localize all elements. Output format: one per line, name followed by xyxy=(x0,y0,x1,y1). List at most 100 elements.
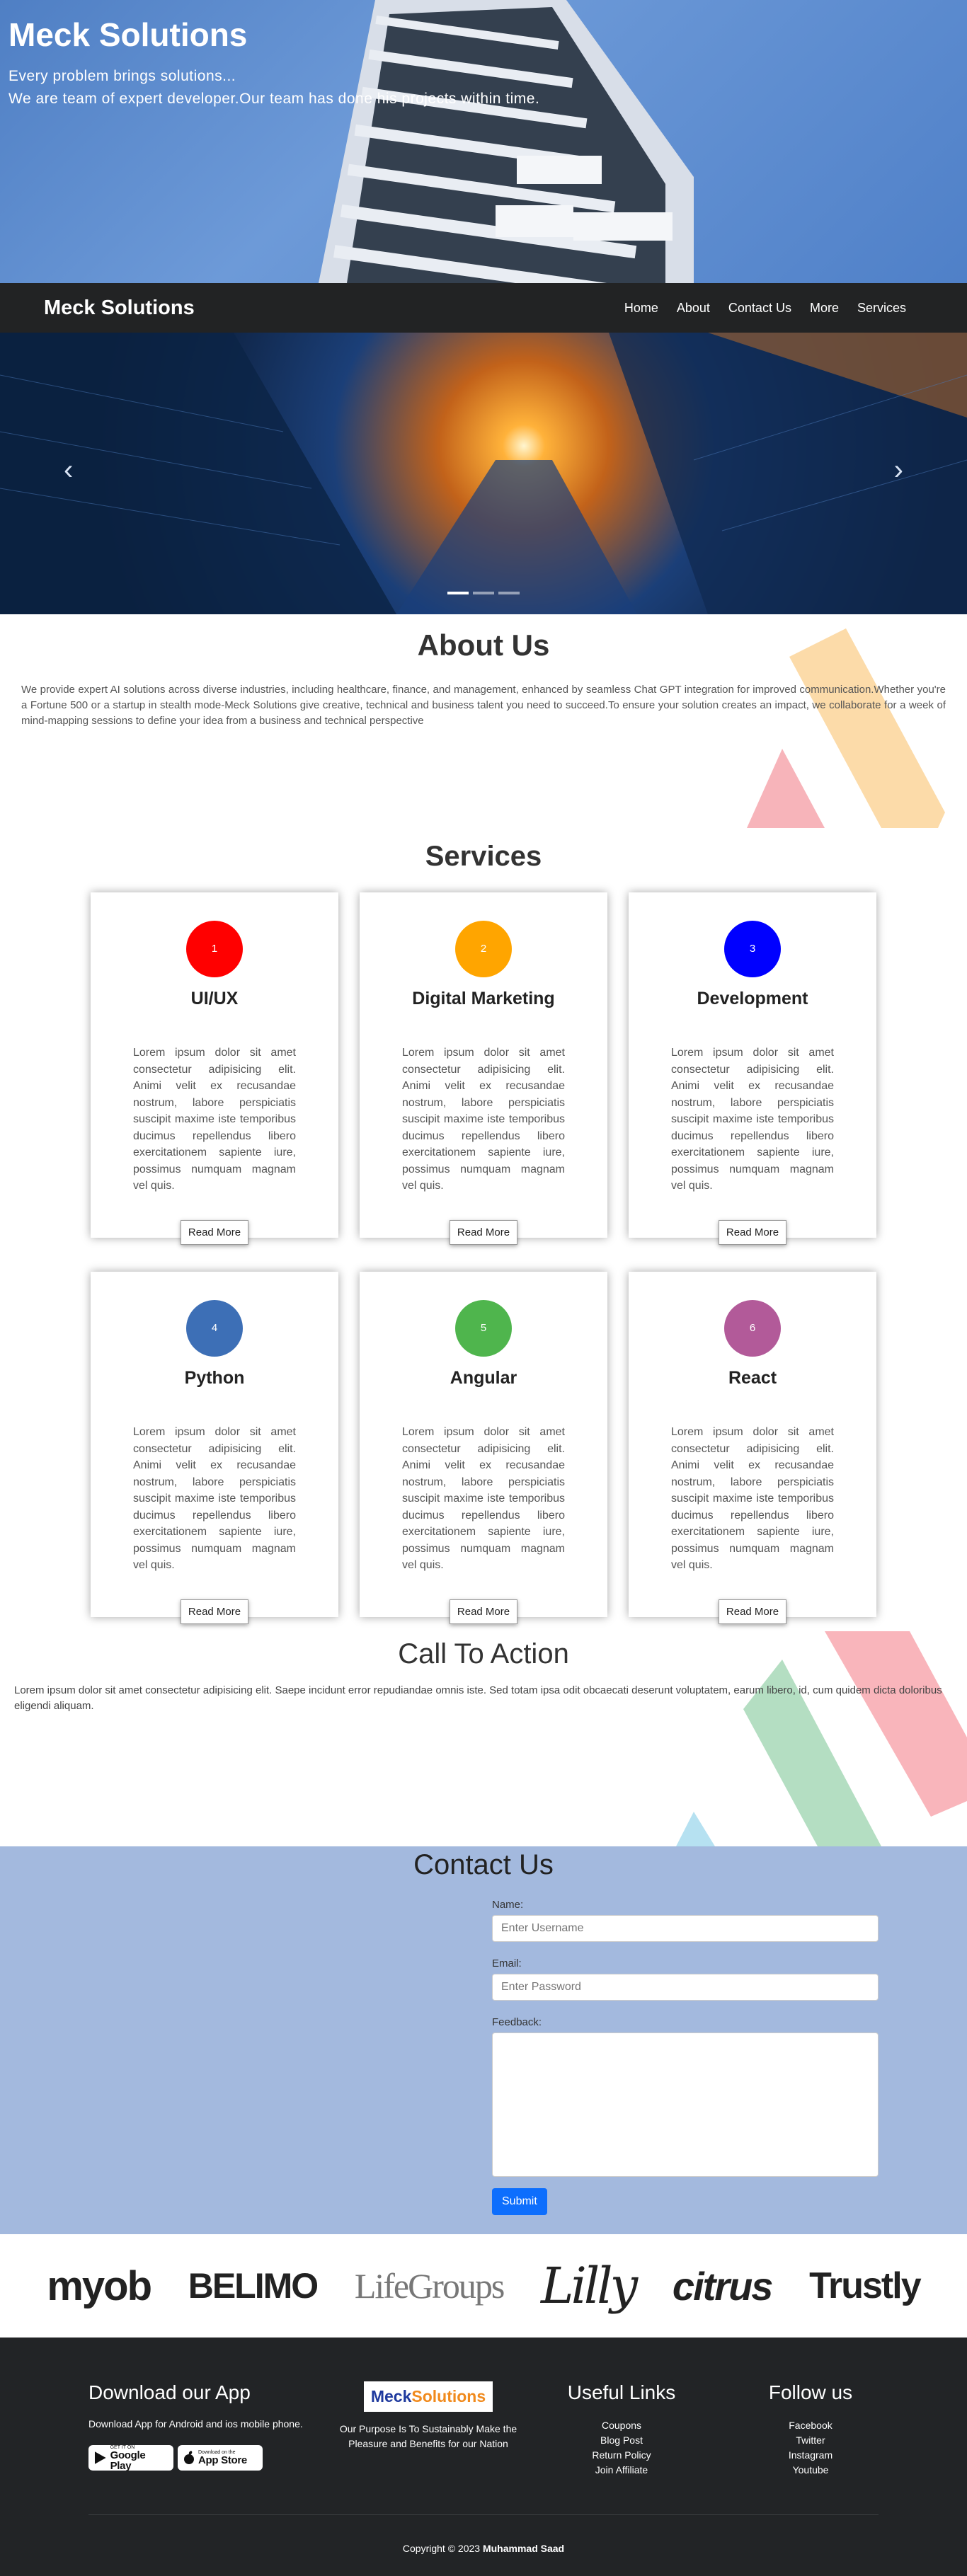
chevron-right-icon[interactable]: › xyxy=(894,454,903,486)
footer-link-coupons[interactable]: Coupons xyxy=(565,2418,678,2433)
google-play-button[interactable]: GET IT ON Google Play xyxy=(88,2445,173,2471)
carousel-indicator-2[interactable] xyxy=(473,592,494,594)
hero-tagline: Every problem brings solutions... xyxy=(8,68,236,84)
service-description: Lorem ipsum dolor sit amet consectetur a… xyxy=(133,1047,296,1192)
footer-link-blog[interactable]: Blog Post xyxy=(565,2433,678,2448)
citrus-logo: citrus xyxy=(672,2263,773,2308)
email-input[interactable] xyxy=(492,1974,879,2001)
nav-link-services[interactable]: Services xyxy=(857,301,906,316)
footer-follow-column: Follow us Facebook Twitter Instagram You… xyxy=(743,2381,878,2478)
services-section: Services 1 UI/UX Lorem ipsum dolor sit a… xyxy=(0,832,967,1631)
footer-purpose: Our Purpose Is To Sustainably Make the P… xyxy=(339,2423,517,2449)
belimo-logo: BELIMO xyxy=(188,2266,319,2306)
services-title: Services xyxy=(425,841,542,872)
service-card: 1 UI/UX Lorem ipsum dolor sit amet conse… xyxy=(91,892,338,1245)
service-description: Lorem ipsum dolor sit amet consectetur a… xyxy=(402,1047,565,1192)
carousel-indicators xyxy=(447,592,520,594)
navbar: Meck Solutions Home About Contact Us Mor… xyxy=(0,283,967,333)
service-title: Digital Marketing xyxy=(412,989,555,1008)
carousel-indicator-1[interactable] xyxy=(447,592,469,594)
hero-banner: Meck Solutions Every problem brings solu… xyxy=(0,0,967,283)
copyright-text: Copyright © 2023 xyxy=(402,2543,481,2554)
partner-logos: myob BELIMO LifeGroups Lilly citrus Trus… xyxy=(0,2234,967,2338)
myob-logo: myob xyxy=(47,2262,152,2309)
service-description: Lorem ipsum dolor sit amet consectetur a… xyxy=(671,1047,834,1192)
carousel-slide-image xyxy=(0,333,967,614)
apple-icon xyxy=(184,2451,194,2464)
google-play-label: Google Play xyxy=(110,2449,146,2472)
cta-text: Lorem ipsum dolor sit amet consectetur a… xyxy=(14,1684,942,1712)
footer-link-return-policy[interactable]: Return Policy xyxy=(565,2448,678,2463)
google-play-icon xyxy=(94,2451,106,2464)
nav-link-about[interactable]: About xyxy=(677,301,710,316)
footer-link-join-affiliate[interactable]: Join Affiliate xyxy=(565,2463,678,2478)
nav-link-home[interactable]: Home xyxy=(624,301,658,316)
footer-logo-part1: Meck xyxy=(370,2387,412,2405)
read-more-button[interactable]: Read More xyxy=(718,1219,787,1245)
footer-app-column: Download our App Download App for Androi… xyxy=(88,2381,303,2471)
service-title: Python xyxy=(184,1368,245,1388)
hero-text: Meck Solutions Every problem brings solu… xyxy=(8,16,539,110)
read-more-button[interactable]: Read More xyxy=(718,1599,787,1624)
footer-link-youtube[interactable]: Youtube xyxy=(743,2463,878,2478)
footer-app-text: Download App for Android and ios mobile … xyxy=(88,2418,303,2430)
contact-form: Name: Email: Feedback: Submit xyxy=(492,1899,879,2215)
footer-link-twitter[interactable]: Twitter xyxy=(743,2433,878,2448)
service-title: UI/UX xyxy=(190,989,239,1008)
username-input[interactable] xyxy=(492,1915,879,1942)
service-card: 5 Angular Lorem ipsum dolor sit amet con… xyxy=(360,1272,607,1624)
read-more-button[interactable]: Read More xyxy=(180,1599,249,1624)
nav-link-more[interactable]: More xyxy=(810,301,839,316)
decorative-shapes xyxy=(676,1631,967,1846)
service-number-badge: 2 xyxy=(455,921,512,977)
footer-app-title: Download our App xyxy=(88,2381,251,2403)
service-description: Lorem ipsum dolor sit amet consectetur a… xyxy=(671,1426,834,1571)
nav-link-contact[interactable]: Contact Us xyxy=(728,301,791,316)
service-number-badge: 1 xyxy=(186,921,243,977)
service-number-badge: 3 xyxy=(724,921,781,977)
call-to-action-section: Call To Action Lorem ipsum dolor sit ame… xyxy=(0,1631,967,1846)
footer-links-column: Useful Links Coupons Blog Post Return Po… xyxy=(565,2381,678,2478)
decorative-shapes xyxy=(747,628,945,828)
name-label: Name: xyxy=(492,1899,524,1911)
lilly-logo: Lilly xyxy=(541,2257,638,2315)
footer-link-instagram[interactable]: Instagram xyxy=(743,2448,878,2463)
footer-logo[interactable]: MeckSolutions xyxy=(363,2381,493,2412)
footer-logo-part2: Solutions xyxy=(411,2387,486,2405)
contact-title: Contact Us xyxy=(413,1849,554,1880)
service-number-badge: 5 xyxy=(455,1300,512,1357)
image-carousel: ‹ › xyxy=(0,333,967,614)
service-cards: 1 UI/UX Lorem ipsum dolor sit amet conse… xyxy=(91,892,876,1624)
chevron-left-icon[interactable]: ‹ xyxy=(64,454,73,486)
read-more-button[interactable]: Read More xyxy=(449,1599,518,1624)
service-card: 4 Python Lorem ipsum dolor sit amet cons… xyxy=(91,1272,338,1624)
service-description: Lorem ipsum dolor sit amet consectetur a… xyxy=(133,1426,296,1571)
contact-section: Contact Us Name: Email: Feedback: Submit xyxy=(0,1846,967,2234)
navbar-brand[interactable]: Meck Solutions xyxy=(44,297,195,320)
footer-follow-title: Follow us xyxy=(768,2381,853,2403)
service-number-badge: 4 xyxy=(186,1300,243,1357)
carousel-indicator-3[interactable] xyxy=(498,592,520,594)
feedback-label: Feedback: xyxy=(492,2016,542,2028)
read-more-button[interactable]: Read More xyxy=(180,1219,249,1245)
about-text: We provide expert AI solutions across di… xyxy=(21,684,946,727)
app-store-label: App Store xyxy=(198,2454,247,2466)
copyright-author: Muhammad Saad xyxy=(482,2543,565,2554)
footer: Download our App Download App for Androi… xyxy=(0,2338,967,2576)
footer-link-facebook[interactable]: Facebook xyxy=(743,2418,878,2433)
submit-button[interactable]: Submit xyxy=(492,2188,547,2215)
service-card: 3 Development Lorem ipsum dolor sit amet… xyxy=(629,892,876,1245)
read-more-button[interactable]: Read More xyxy=(449,1219,518,1245)
footer-brand-column: MeckSolutions Our Purpose Is To Sustaina… xyxy=(333,2381,524,2451)
service-card: 2 Digital Marketing Lorem ipsum dolor si… xyxy=(360,892,607,1245)
service-card: 6 React Lorem ipsum dolor sit amet conse… xyxy=(629,1272,876,1624)
copyright: Copyright © 2023 Muhammad Saad xyxy=(0,2543,967,2554)
hero-title: Meck Solutions xyxy=(8,16,248,53)
service-title: React xyxy=(728,1368,777,1388)
service-description: Lorem ipsum dolor sit amet consectetur a… xyxy=(402,1426,565,1571)
nav-links: Home About Contact Us More Services xyxy=(624,301,923,316)
app-store-button[interactable]: Download on the App Store xyxy=(178,2445,263,2471)
service-title: Development xyxy=(697,989,808,1008)
feedback-textarea[interactable] xyxy=(492,2032,879,2177)
footer-divider xyxy=(88,2514,879,2515)
